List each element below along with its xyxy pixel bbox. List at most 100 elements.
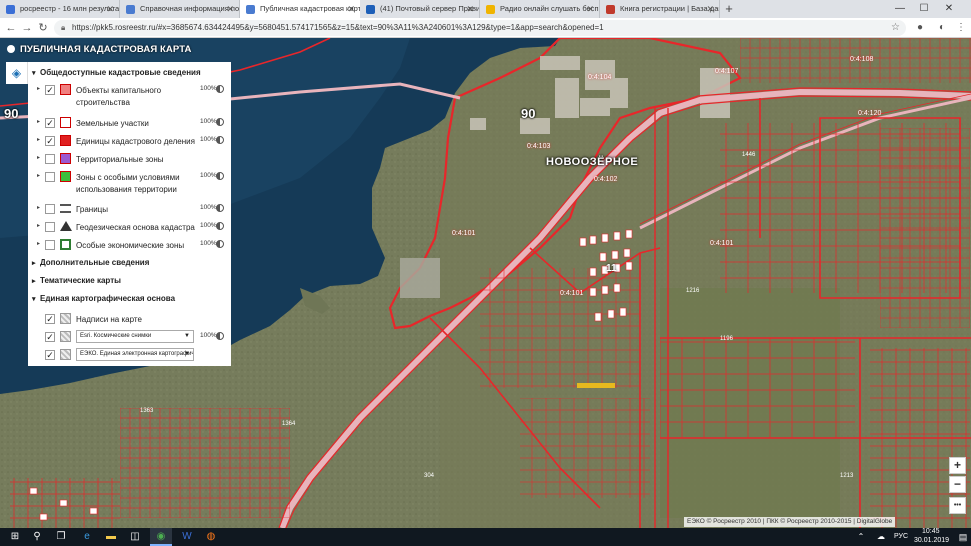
window-close-button[interactable]: ✕: [937, 0, 961, 18]
forward-arrow-icon[interactable]: →: [19, 19, 35, 37]
expand-arrow-icon[interactable]: ▸: [37, 222, 40, 229]
base-layer-select[interactable]: Esri. Космические снимки ▼: [76, 330, 194, 343]
tab-close-icon[interactable]: ✕: [466, 0, 474, 18]
browser-tab[interactable]: Радио онлайн слушать бесп ✕: [480, 0, 600, 18]
layer-checkbox[interactable]: ✓: [45, 85, 55, 95]
expand-triangle-icon[interactable]: ▸: [32, 259, 40, 267]
browser-tab[interactable]: Справочная информация по о ✕: [120, 0, 240, 18]
browser-tab[interactable]: (41) Почтовый сервер Правит ✕: [360, 0, 480, 18]
layer-checkbox[interactable]: [45, 172, 55, 182]
new-tab-button[interactable]: +: [720, 0, 738, 18]
file-explorer-icon[interactable]: ▬: [100, 528, 122, 546]
layer-checkbox[interactable]: ✓: [45, 350, 55, 360]
collapse-triangle-icon[interactable]: ▾: [32, 295, 40, 303]
layers-icon[interactable]: ◈: [6, 62, 28, 84]
chrome-icon[interactable]: ◉: [150, 528, 172, 546]
window-maximize-button[interactable]: ☐: [912, 0, 936, 18]
browser-menu-icon[interactable]: ⋮: [953, 19, 969, 37]
bookmark-star-icon[interactable]: ☆: [891, 20, 900, 36]
browser-tab[interactable]: Публичная кадастровая карта ✕: [240, 0, 360, 18]
window-minimize-button[interactable]: —: [888, 0, 912, 18]
expand-arrow-icon[interactable]: ▸: [37, 136, 40, 143]
layer-row[interactable]: ▸ Геодезическая основа кадастра 100%: [28, 219, 231, 237]
expand-arrow-icon[interactable]: ▸: [37, 240, 40, 247]
opacity-toggle-icon[interactable]: [216, 222, 224, 230]
layer-row[interactable]: ▸ ✓ Единицы кадастрового деления 100%: [28, 133, 231, 151]
reload-icon[interactable]: ↻: [35, 19, 51, 37]
url-text[interactable]: https://pkk5.rosreestr.ru/#x=3685674.634…: [72, 20, 604, 36]
layer-checkbox[interactable]: ✓: [45, 314, 55, 324]
layer-checkbox[interactable]: ✓: [45, 118, 55, 128]
layer-row[interactable]: ▸ ✓ Земельные участки 100%: [28, 115, 231, 133]
base-layer-select[interactable]: ЕЭКО. Единая электронная картографическ ▼: [76, 348, 194, 361]
expand-arrow-icon[interactable]: ▸: [37, 118, 40, 125]
system-tray-icon[interactable]: ⌃: [850, 528, 872, 546]
base-layer-row[interactable]: ✓ Esri. Космические снимки ▼ 100%: [28, 329, 231, 347]
expand-arrow-icon[interactable]: ▸: [37, 85, 40, 92]
parcel-number: 11: [606, 263, 617, 274]
tab-close-icon[interactable]: ✕: [106, 0, 114, 18]
layer-checkbox[interactable]: [45, 204, 55, 214]
expand-arrow-icon[interactable]: ▸: [37, 154, 40, 161]
tab-close-icon[interactable]: ✕: [706, 0, 714, 18]
section-additional[interactable]: ▸ Дополнительные сведения: [32, 258, 149, 267]
opacity-toggle-icon[interactable]: [216, 332, 224, 340]
browser-tab[interactable]: Книга регистрации | База дан ✕: [600, 0, 720, 18]
opacity-toggle-icon[interactable]: [216, 240, 224, 248]
expand-triangle-icon[interactable]: ▸: [32, 277, 40, 285]
selected-parcel[interactable]: [577, 383, 615, 388]
section-base-map[interactable]: ▾ Единая картографическая основа: [32, 294, 175, 303]
layer-label: Особые экономические зоны: [76, 241, 185, 250]
store-icon[interactable]: ◫: [124, 528, 146, 546]
layer-row[interactable]: ▸ Зоны с особыми условиями использования …: [28, 169, 231, 194]
network-icon[interactable]: ☁: [870, 528, 892, 546]
layer-row[interactable]: ▸ ✓ Объекты капитального строительства 100%: [28, 82, 231, 107]
rosreestr-logo-icon[interactable]: [7, 45, 15, 53]
opacity-toggle-icon[interactable]: [216, 204, 224, 212]
layer-row[interactable]: ▸ Особые экономические зоны 100%: [28, 237, 231, 255]
base-layer-row[interactable]: ✓ Надписи на карте: [28, 311, 231, 329]
task-view-icon[interactable]: ❐: [50, 528, 72, 546]
tab-title: Книга регистрации | База дан: [620, 4, 720, 13]
tab-close-icon[interactable]: ✕: [586, 0, 594, 18]
zoom-in-button[interactable]: +: [949, 457, 966, 474]
layer-checkbox[interactable]: [45, 154, 55, 164]
notifications-icon[interactable]: ▤: [952, 528, 971, 546]
layer-opacity-percent: 100%: [200, 118, 217, 125]
address-bar[interactable]: 🔒︎ https://pkk5.rosreestr.ru/#x=3685674.…: [54, 20, 906, 36]
profile-icon[interactable]: ●: [912, 19, 928, 37]
more-options-button[interactable]: •••: [949, 497, 966, 514]
layer-row[interactable]: ▸ Границы 100%: [28, 201, 231, 219]
opacity-toggle-icon[interactable]: [216, 136, 224, 144]
section-public-cadastral[interactable]: ▾ Общедоступные кадастровые сведения: [32, 68, 201, 77]
layer-checkbox[interactable]: ✓: [45, 136, 55, 146]
section-thematic[interactable]: ▸ Тематические карты: [32, 276, 121, 285]
word-icon[interactable]: W: [176, 528, 198, 546]
extension-icon[interactable]: ◐: [934, 19, 950, 37]
layer-checkbox[interactable]: [45, 222, 55, 232]
language-indicator[interactable]: РУС: [894, 533, 908, 540]
opacity-toggle-icon[interactable]: [216, 172, 224, 180]
windows-start-icon[interactable]: ⊞: [4, 528, 26, 546]
layer-symbol-icon: [60, 117, 71, 128]
search-icon[interactable]: ⚲: [26, 528, 48, 546]
expand-arrow-icon[interactable]: ▸: [37, 172, 40, 179]
edge-browser-icon[interactable]: e: [76, 528, 98, 546]
layer-checkbox[interactable]: [45, 240, 55, 250]
back-arrow-icon[interactable]: ←: [3, 19, 19, 37]
clock-date[interactable]: 30.01.2019: [914, 537, 949, 544]
tab-favicon-icon: [366, 5, 375, 14]
browser-tab[interactable]: росреестр - 16 млн результатов ✕: [0, 0, 120, 18]
collapse-triangle-icon[interactable]: ▾: [32, 69, 40, 77]
base-layer-row[interactable]: ✓ ЕЭКО. Единая электронная картографическ…: [28, 347, 231, 365]
tab-close-icon[interactable]: ✕: [226, 0, 234, 18]
opacity-toggle-icon[interactable]: [216, 118, 224, 126]
zoom-out-button[interactable]: −: [949, 476, 966, 493]
clock-time[interactable]: 10:45: [922, 528, 940, 535]
firefox-icon[interactable]: ◍: [200, 528, 222, 546]
layer-row[interactable]: ▸ Территориальные зоны: [28, 151, 231, 169]
expand-arrow-icon[interactable]: ▸: [37, 204, 40, 211]
layer-checkbox[interactable]: ✓: [45, 332, 55, 342]
opacity-toggle-icon[interactable]: [216, 85, 224, 93]
tab-close-icon[interactable]: ✕: [347, 0, 355, 18]
